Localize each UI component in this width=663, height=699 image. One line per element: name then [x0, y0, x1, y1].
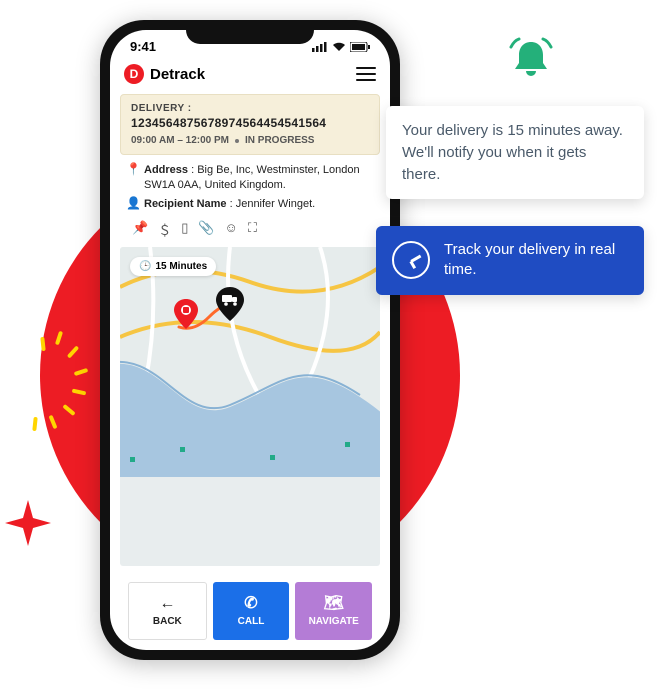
call-button[interactable]: ✆ CALL	[213, 582, 290, 640]
battery-action-icon[interactable]: ▯	[181, 220, 188, 239]
package-icon[interactable]: ⛶	[248, 220, 257, 239]
back-label: BACK	[153, 616, 182, 627]
navigate-label: NAVIGATE	[309, 616, 359, 627]
wifi-icon	[332, 42, 346, 52]
delivery-id: 1234564875678974564454541564	[131, 116, 369, 130]
battery-icon	[350, 42, 370, 52]
person-icon: 👤	[126, 197, 138, 212]
back-button[interactable]: ← BACK	[128, 582, 207, 640]
phone-frame: 9:41 D Detrack DELIVERY : 12345648756789…	[100, 20, 400, 660]
app-bar: D Detrack	[110, 58, 390, 94]
eta-text: 15 Minutes	[155, 261, 207, 272]
bottom-bar: ← BACK ✆ CALL 🗺 NAVIGATE	[120, 574, 380, 650]
track-tooltip[interactable]: Track your delivery in real time.	[376, 226, 644, 295]
face-icon[interactable]: ☺	[225, 220, 238, 239]
pin-action-icon[interactable]: 📌	[132, 220, 148, 239]
brand-name: Detrack	[150, 66, 205, 83]
bell-icon	[502, 32, 560, 90]
map-view[interactable]: 🕒 15 Minutes	[120, 247, 380, 566]
dot-separator	[235, 139, 239, 143]
delivery-status: IN PROGRESS	[245, 135, 314, 146]
menu-button[interactable]	[356, 67, 376, 81]
recipient-value: Jennifer Winget.	[236, 198, 315, 210]
clock-small-icon: 🕒	[139, 261, 151, 272]
action-icon-strip: 📌 ＄ ▯ 📎 ☺ ⛶	[126, 216, 374, 239]
decorative-sparkle-icon	[5, 500, 51, 546]
map-roads	[120, 247, 380, 477]
call-label: CALL	[238, 616, 265, 627]
brand: D Detrack	[124, 64, 205, 84]
address-key: Address	[144, 164, 188, 176]
dollar-icon[interactable]: ＄	[158, 220, 171, 239]
clock-icon	[392, 241, 430, 279]
phone-icon: ✆	[244, 596, 257, 612]
recipient-key: Recipient Name	[144, 198, 227, 210]
decorative-sunburst	[0, 330, 90, 430]
delivery-window: 09:00 AM – 12:00 PM	[131, 135, 229, 146]
info-block: 📍 Address : Big Be, Inc, Westminster, Lo…	[120, 163, 380, 239]
map-icon: 🗺	[324, 596, 344, 612]
delivery-card: DELIVERY : 1234564875678974564454541564 …	[120, 94, 380, 155]
attachment-icon[interactable]: 📎	[198, 220, 214, 239]
track-text: Track your delivery in real time.	[444, 240, 628, 281]
notification-text: Your delivery is 15 minutes away. We'll …	[402, 122, 623, 183]
delivery-label: DELIVERY :	[131, 103, 369, 114]
eta-chip: 🕒 15 Minutes	[130, 257, 216, 276]
pin-icon: 📍	[126, 163, 138, 193]
vehicle-pin-icon	[216, 287, 244, 321]
brand-logo-icon: D	[124, 64, 144, 84]
phone-notch	[186, 20, 314, 44]
arrow-left-icon: ←	[159, 596, 175, 612]
status-time: 9:41	[130, 39, 156, 54]
notification-tooltip: Your delivery is 15 minutes away. We'll …	[386, 106, 644, 199]
phone-screen: 9:41 D Detrack DELIVERY : 12345648756789…	[110, 30, 390, 650]
signal-icon	[312, 42, 328, 52]
destination-pin-icon	[174, 299, 198, 329]
navigate-button[interactable]: 🗺 NAVIGATE	[295, 582, 372, 640]
